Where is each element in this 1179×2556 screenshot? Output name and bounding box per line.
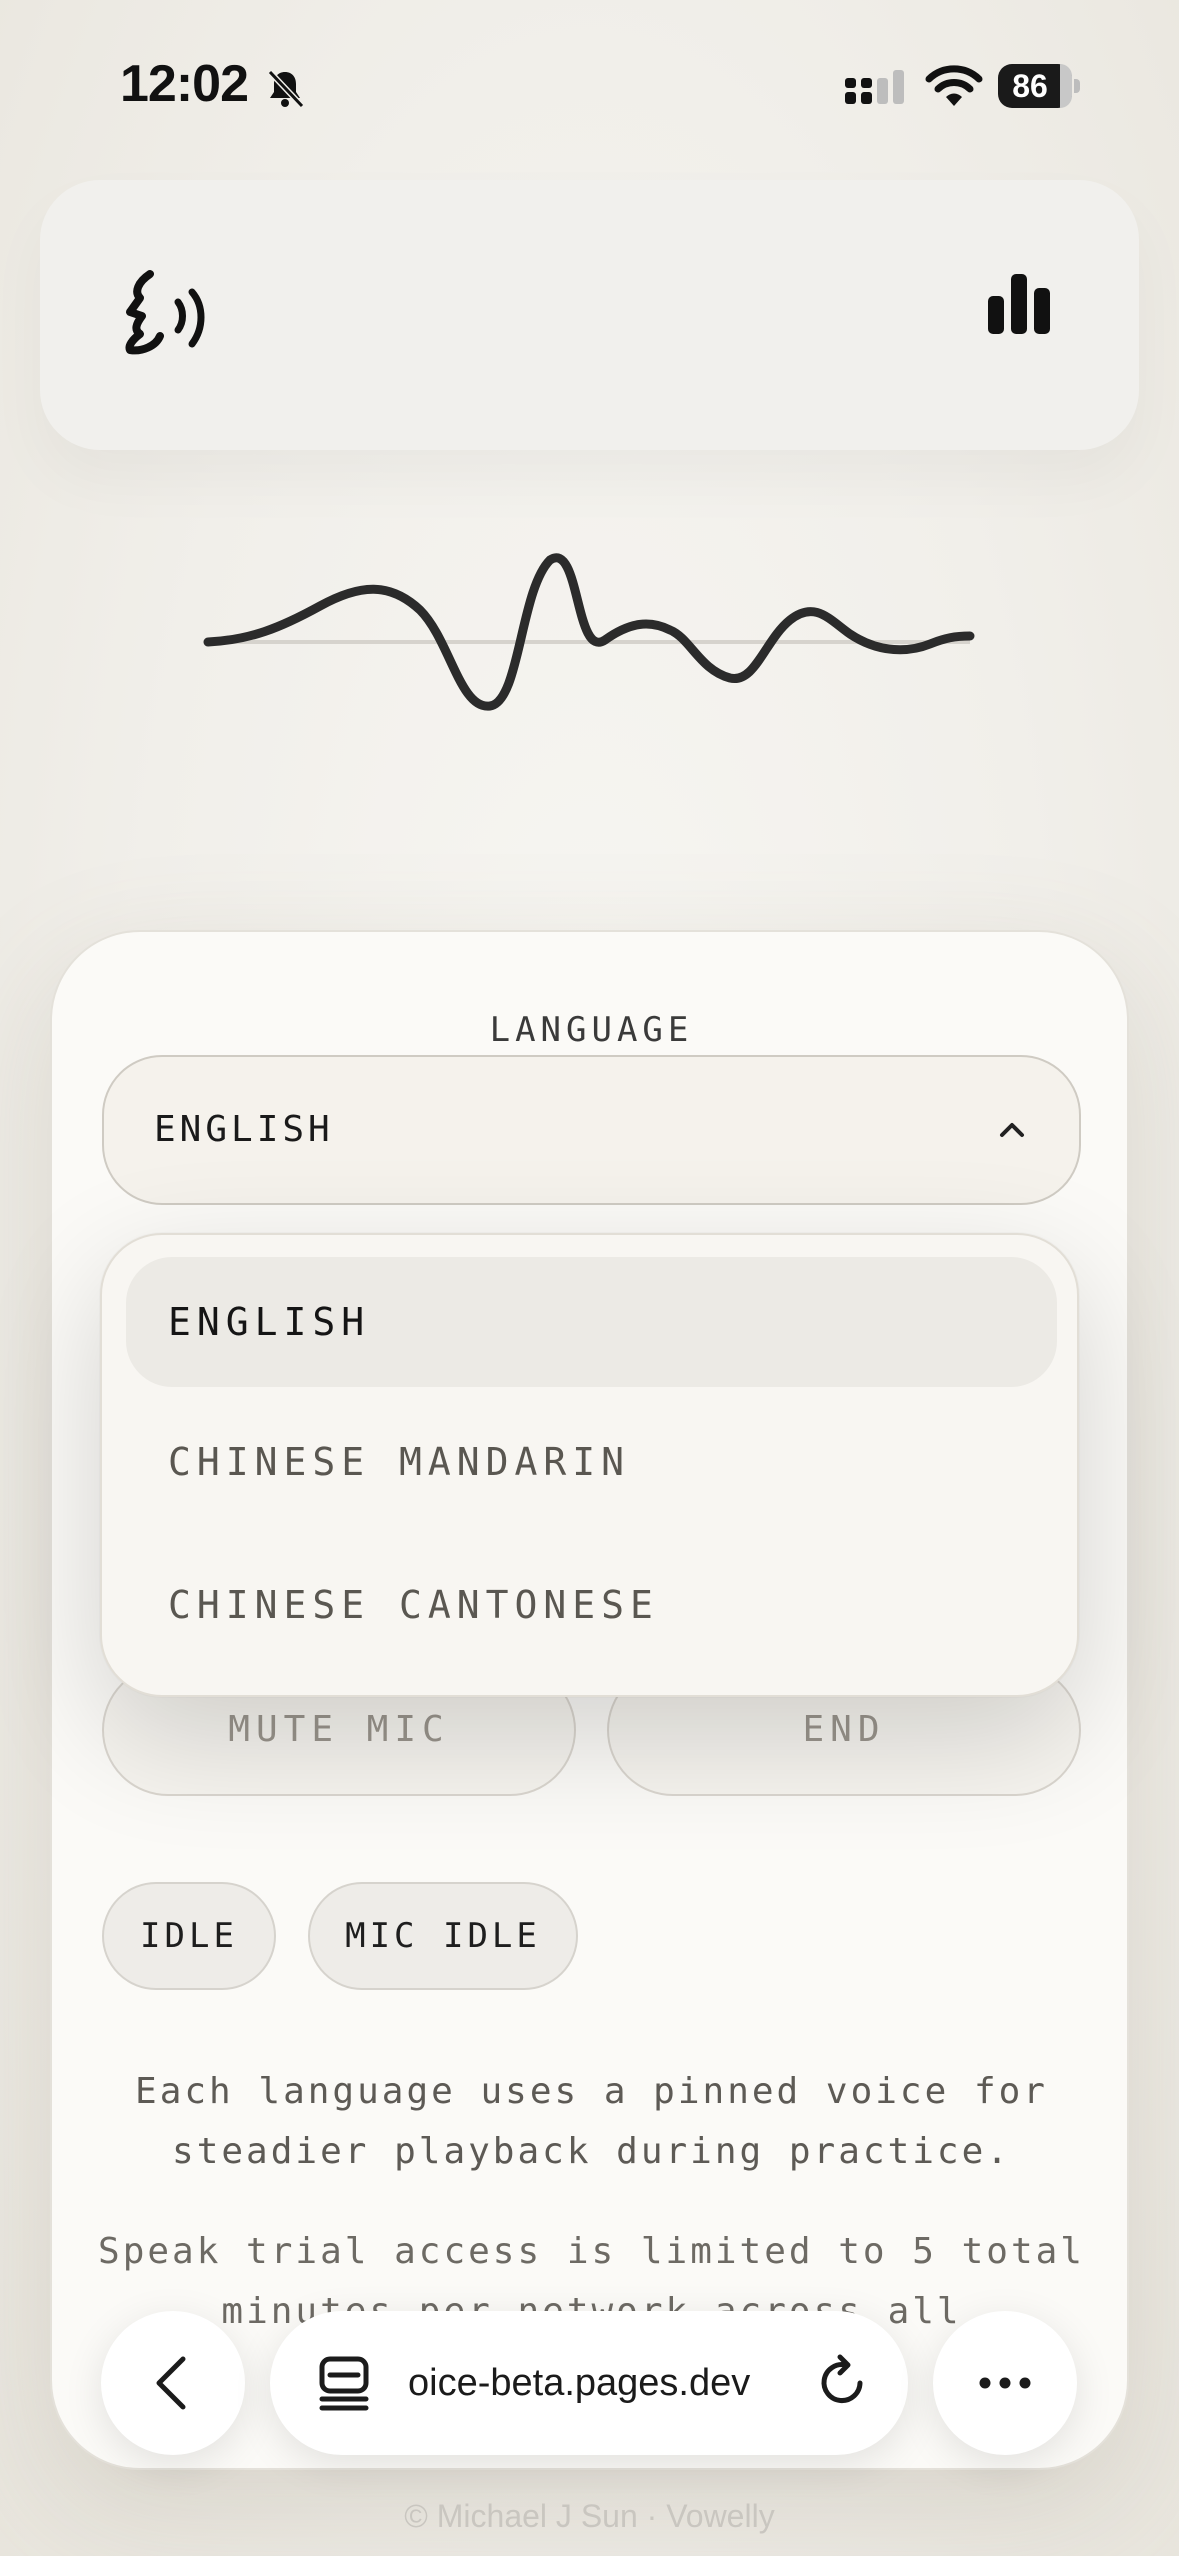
speaking-head-icon[interactable]: [120, 268, 220, 358]
voice-note: Each language uses a pinned voice for st…: [135, 2071, 1048, 2172]
chevron-up-icon: [1000, 1123, 1024, 1137]
back-button[interactable]: [101, 2311, 245, 2455]
mic-status-badge: MIC IDLE: [308, 1882, 578, 1990]
footer-credit: © Michael J Sun · Vowelly: [404, 2498, 775, 2534]
back-icon: [156, 2356, 186, 2410]
battery-percent: 86: [1012, 68, 1048, 104]
language-dropdown: ENGLISH CHINESE MANDARIN CHINESE CANTONE…: [100, 1233, 1079, 1697]
language-option-english[interactable]: ENGLISH: [126, 1257, 1057, 1387]
more-button[interactable]: [933, 2311, 1077, 2455]
language-select-value: ENGLISH: [154, 1109, 334, 1150]
tabs-icon[interactable]: [316, 2355, 372, 2411]
language-option-chinese-cantonese[interactable]: CHINESE CANTONESE: [126, 1540, 1057, 1670]
more-icon: [979, 2377, 1031, 2389]
signal-icon: [845, 70, 904, 104]
language-option-chinese-mandarin[interactable]: CHINESE MANDARIN: [126, 1397, 1057, 1527]
url-bar[interactable]: oice-beta.pages.dev: [270, 2311, 908, 2455]
clock-time: 12:02: [120, 55, 249, 113]
reload-icon[interactable]: [814, 2353, 872, 2411]
voice-waveform: [203, 553, 975, 711]
battery-icon: 86: [998, 64, 1080, 108]
language-heading: LANGUAGE: [489, 1010, 694, 1050]
bell-slash-icon: [267, 69, 305, 109]
status-bar: 12:02 86: [0, 0, 1179, 175]
language-card: LANGUAGE ENGLISH MUTE MIC END IDLE MIC I…: [50, 930, 1129, 2470]
language-select[interactable]: ENGLISH: [102, 1055, 1081, 1205]
session-status-badge: IDLE: [102, 1882, 276, 1990]
wifi-icon: [925, 65, 983, 106]
bar-chart-icon[interactable]: [984, 270, 1054, 340]
url-text[interactable]: oice-beta.pages.dev: [408, 2311, 750, 2455]
